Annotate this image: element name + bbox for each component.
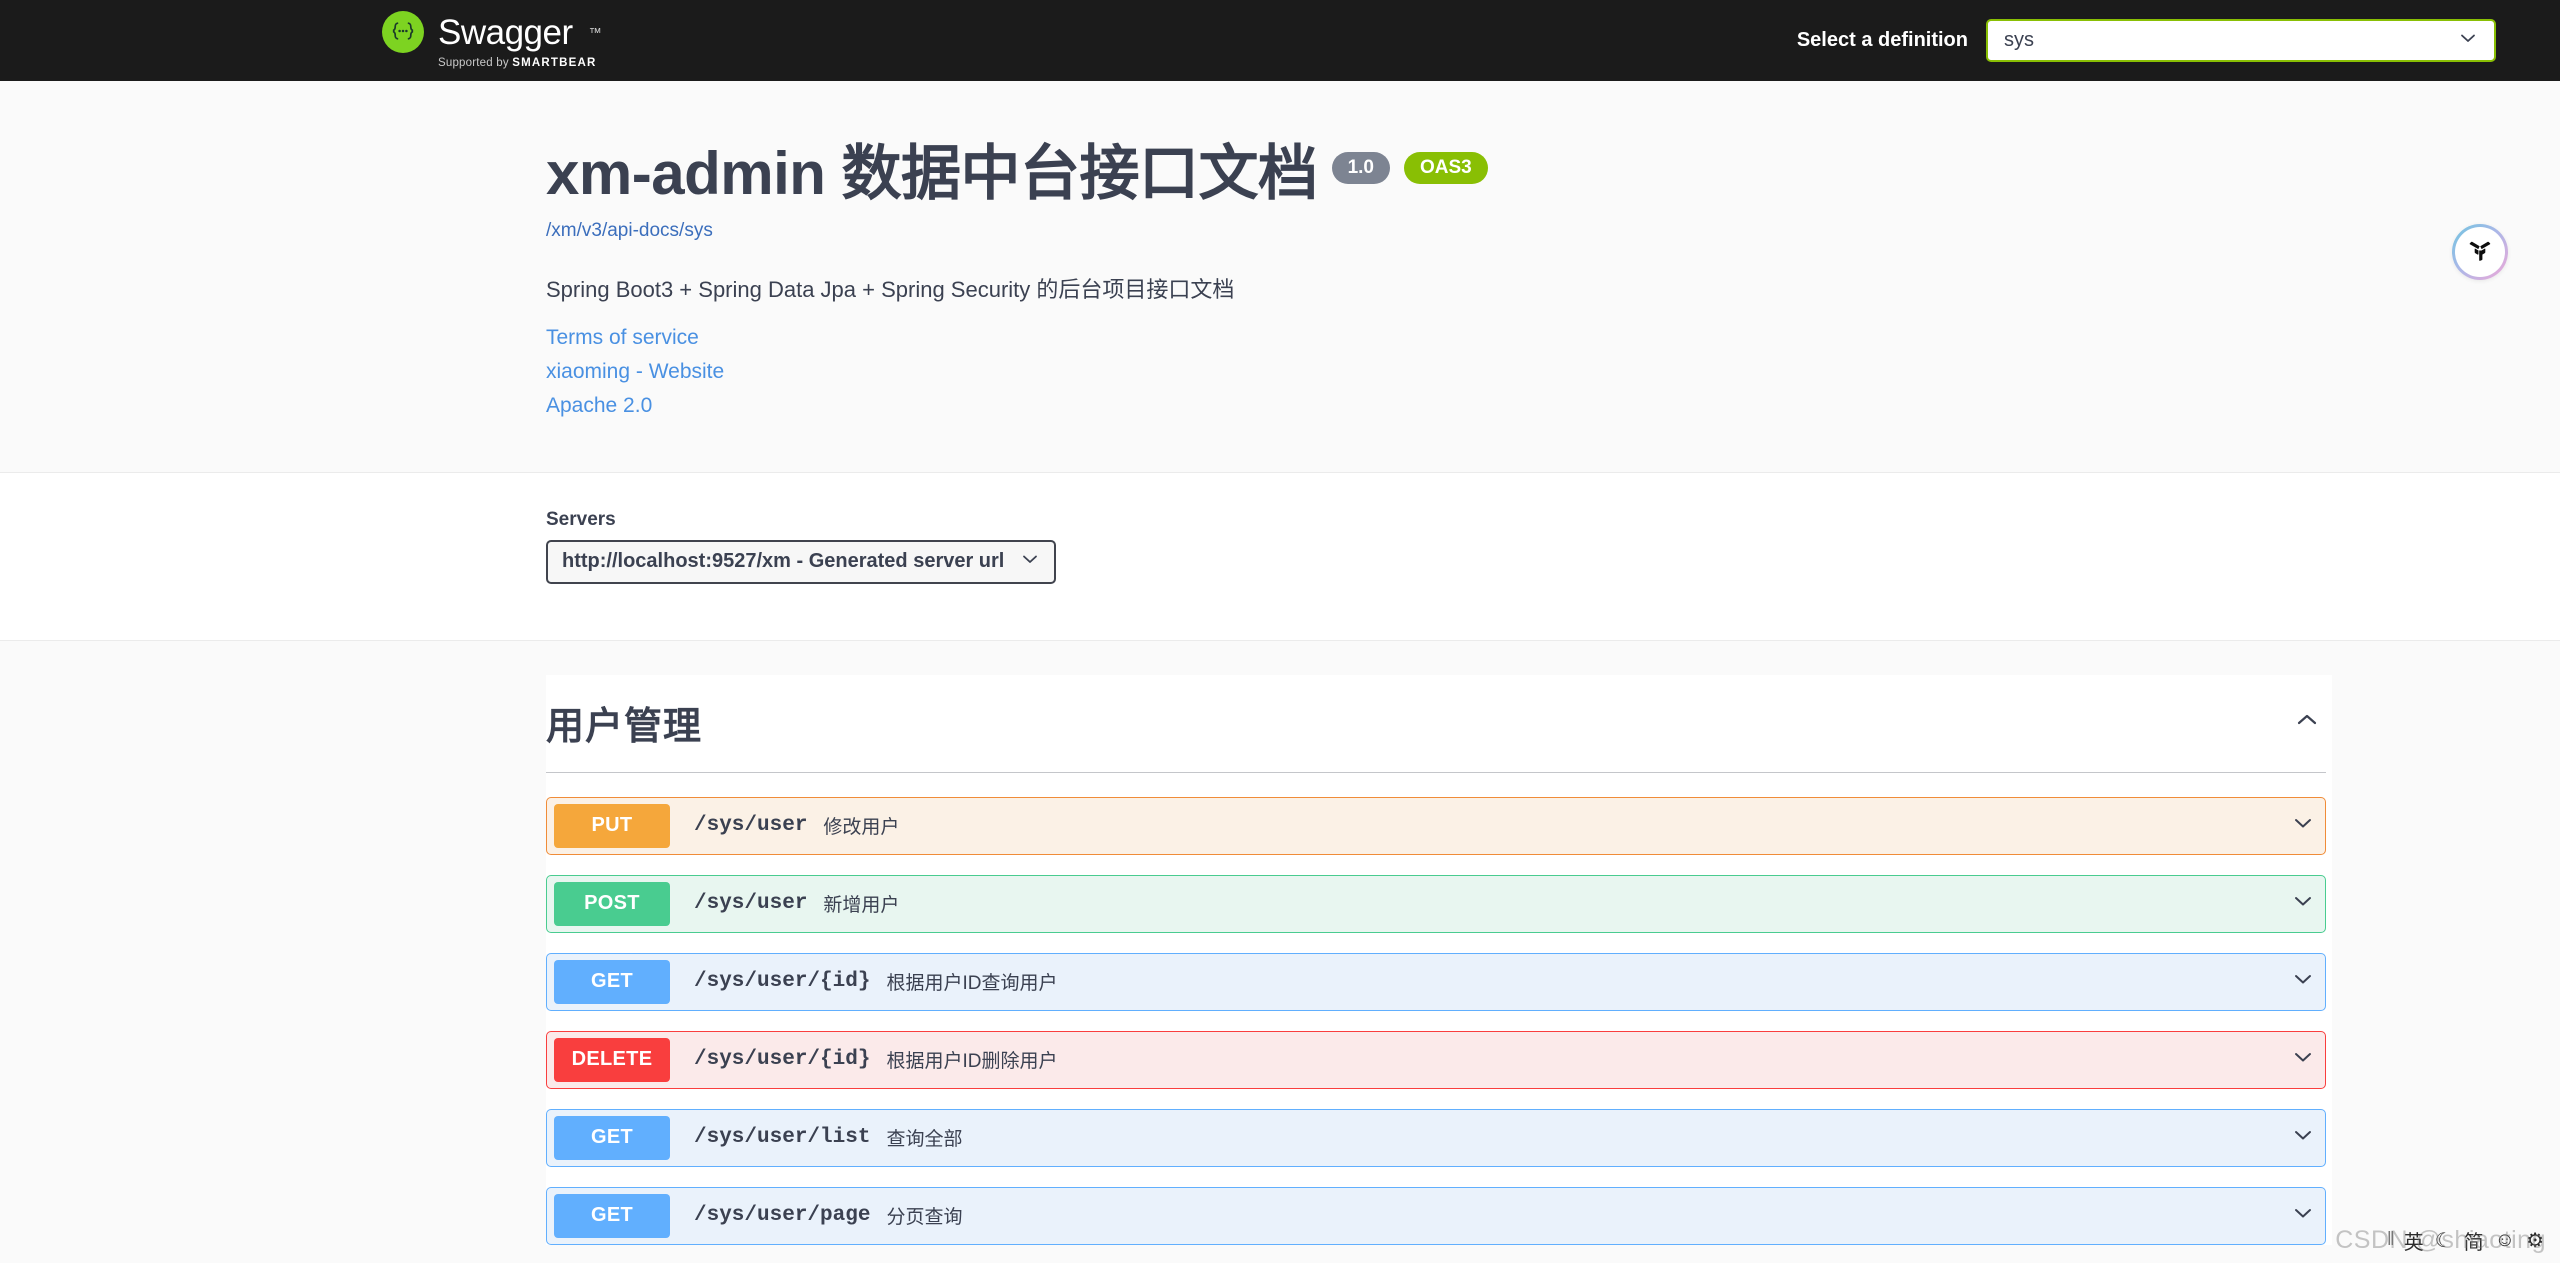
chevron-down-icon xyxy=(2458,28,2478,54)
tag-name: 用户管理 xyxy=(546,705,703,748)
operation-path: /sys/user/page xyxy=(694,1204,871,1228)
chevron-down-icon[interactable] xyxy=(2291,1123,2315,1152)
floating-assistant-button[interactable] xyxy=(2452,224,2508,280)
oas-version-badge: OAS3 xyxy=(1403,152,1488,184)
chevron-down-icon[interactable] xyxy=(2291,889,2315,918)
operation-path: /sys/user/{id} xyxy=(694,1048,871,1072)
ime-drag-handle[interactable]: ‖ xyxy=(2387,1229,2395,1251)
operation-summary: 根据用户ID查询用户 xyxy=(886,973,1058,995)
tri-arrow-icon xyxy=(2465,235,2495,270)
chevron-down-icon[interactable] xyxy=(2291,1045,2315,1074)
server-select[interactable]: http://localhost:9527/xm - Generated ser… xyxy=(546,539,1056,584)
operation-summary: 查询全部 xyxy=(886,1129,963,1151)
api-description: Spring Boot3 + Spring Data Jpa + Spring … xyxy=(546,277,1235,302)
swagger-wordmark: Swagger xyxy=(438,12,573,52)
operation-row-put-sys-user[interactable]: PUT /sys/user 修改用户 xyxy=(546,796,2326,855)
emoji-icon[interactable]: ☺ xyxy=(2495,1229,2515,1252)
operation-row-get-sys-user-list[interactable]: GET /sys/user/list 查询全部 xyxy=(546,1108,2326,1167)
operation-summary: 新增用户 xyxy=(823,895,900,917)
tag-block: 用户管理 PUT /sys/user 修改用户 POST /sys/user 新… xyxy=(546,674,2332,1245)
http-method-badge: DELETE xyxy=(554,1037,670,1082)
operations-area: 用户管理 PUT /sys/user 修改用户 POST /sys/user 新… xyxy=(0,641,2560,1263)
operation-row-get-sys-user-id[interactable]: GET /sys/user/{id} 根据用户ID查询用户 xyxy=(546,952,2326,1011)
chevron-down-icon[interactable] xyxy=(2291,967,2315,996)
definition-select[interactable]: sys xyxy=(1986,19,2496,62)
select-definition-label: Select a definition xyxy=(1796,29,1968,51)
http-method-badge: PUT xyxy=(554,803,670,848)
chevron-down-icon xyxy=(1020,549,1040,575)
title-row: xm-admin 数据中台接口文档 1.0 OAS3 xyxy=(546,141,2332,207)
supported-by-line: Supported by SMARTBEAR xyxy=(438,58,597,70)
chevron-up-icon[interactable] xyxy=(2294,707,2326,738)
swagger-logo[interactable]: Swagger ™ Supported by SMARTBEAR xyxy=(382,11,602,70)
api-docs-url-link[interactable]: /xm/v3/api-docs/sys xyxy=(546,220,2332,242)
swagger-brace-icon xyxy=(382,11,424,54)
trademark-symbol: ™ xyxy=(588,24,602,40)
moon-icon[interactable]: ☾ xyxy=(2435,1228,2453,1253)
api-info-section: xm-admin 数据中台接口文档 1.0 OAS3 /xm/v3/api-do… xyxy=(0,81,2560,472)
http-method-badge: POST xyxy=(554,881,670,926)
operation-summary: 分页查询 xyxy=(886,1207,963,1229)
operation-path: /sys/user/list xyxy=(694,1126,871,1150)
operation-path: /sys/user xyxy=(694,814,808,838)
contact-website-link[interactable]: xiaoming - Website xyxy=(546,360,2332,384)
operation-row-get-sys-user-page[interactable]: GET /sys/user/page 分页查询 xyxy=(546,1186,2326,1245)
http-method-badge: GET xyxy=(554,1115,670,1160)
smartbear-brand: SMARTBEAR xyxy=(512,57,597,70)
supported-by-text: Supported by xyxy=(438,57,513,70)
http-method-badge: GET xyxy=(554,1193,670,1238)
operation-path: /sys/user xyxy=(694,892,808,916)
definition-select-value: sys xyxy=(2004,29,2034,51)
ime-language-mode-button[interactable]: 英 xyxy=(2404,1226,2424,1255)
http-method-badge: GET xyxy=(554,959,670,1004)
top-bar: Swagger ™ Supported by SMARTBEAR Select … xyxy=(0,0,2560,81)
ime-shape-mode-button[interactable]: 简 xyxy=(2464,1226,2484,1255)
chevron-down-icon[interactable] xyxy=(2291,1201,2315,1230)
servers-section: Servers http://localhost:9527/xm - Gener… xyxy=(0,471,2560,641)
operation-row-post-sys-user[interactable]: POST /sys/user 新增用户 xyxy=(546,874,2326,933)
tag-header[interactable]: 用户管理 xyxy=(546,675,2326,773)
version-badge: 1.0 xyxy=(1331,152,1390,184)
info-links: Terms of service xiaoming - Website Apac… xyxy=(546,326,2332,418)
chevron-down-icon[interactable] xyxy=(2291,811,2315,840)
operation-summary: 根据用户ID删除用户 xyxy=(886,1051,1058,1073)
gear-icon[interactable]: ⚙ xyxy=(2526,1228,2544,1253)
page-title: xm-admin 数据中台接口文档 xyxy=(546,140,1318,207)
operation-summary: 修改用户 xyxy=(823,817,900,839)
operation-list: PUT /sys/user 修改用户 POST /sys/user 新增用户 G… xyxy=(546,796,2332,1245)
terms-of-service-link[interactable]: Terms of service xyxy=(546,326,2332,350)
server-select-value: http://localhost:9527/xm - Generated ser… xyxy=(562,550,1005,573)
servers-label: Servers xyxy=(546,508,616,530)
operation-path: /sys/user/{id} xyxy=(694,970,871,994)
license-link[interactable]: Apache 2.0 xyxy=(546,394,2332,418)
ime-toolbar[interactable]: ‖ 英 ☾ 简 ☺ ⚙ xyxy=(2379,1223,2552,1257)
operation-row-delete-sys-user-id[interactable]: DELETE /sys/user/{id} 根据用户ID删除用户 xyxy=(546,1030,2326,1089)
